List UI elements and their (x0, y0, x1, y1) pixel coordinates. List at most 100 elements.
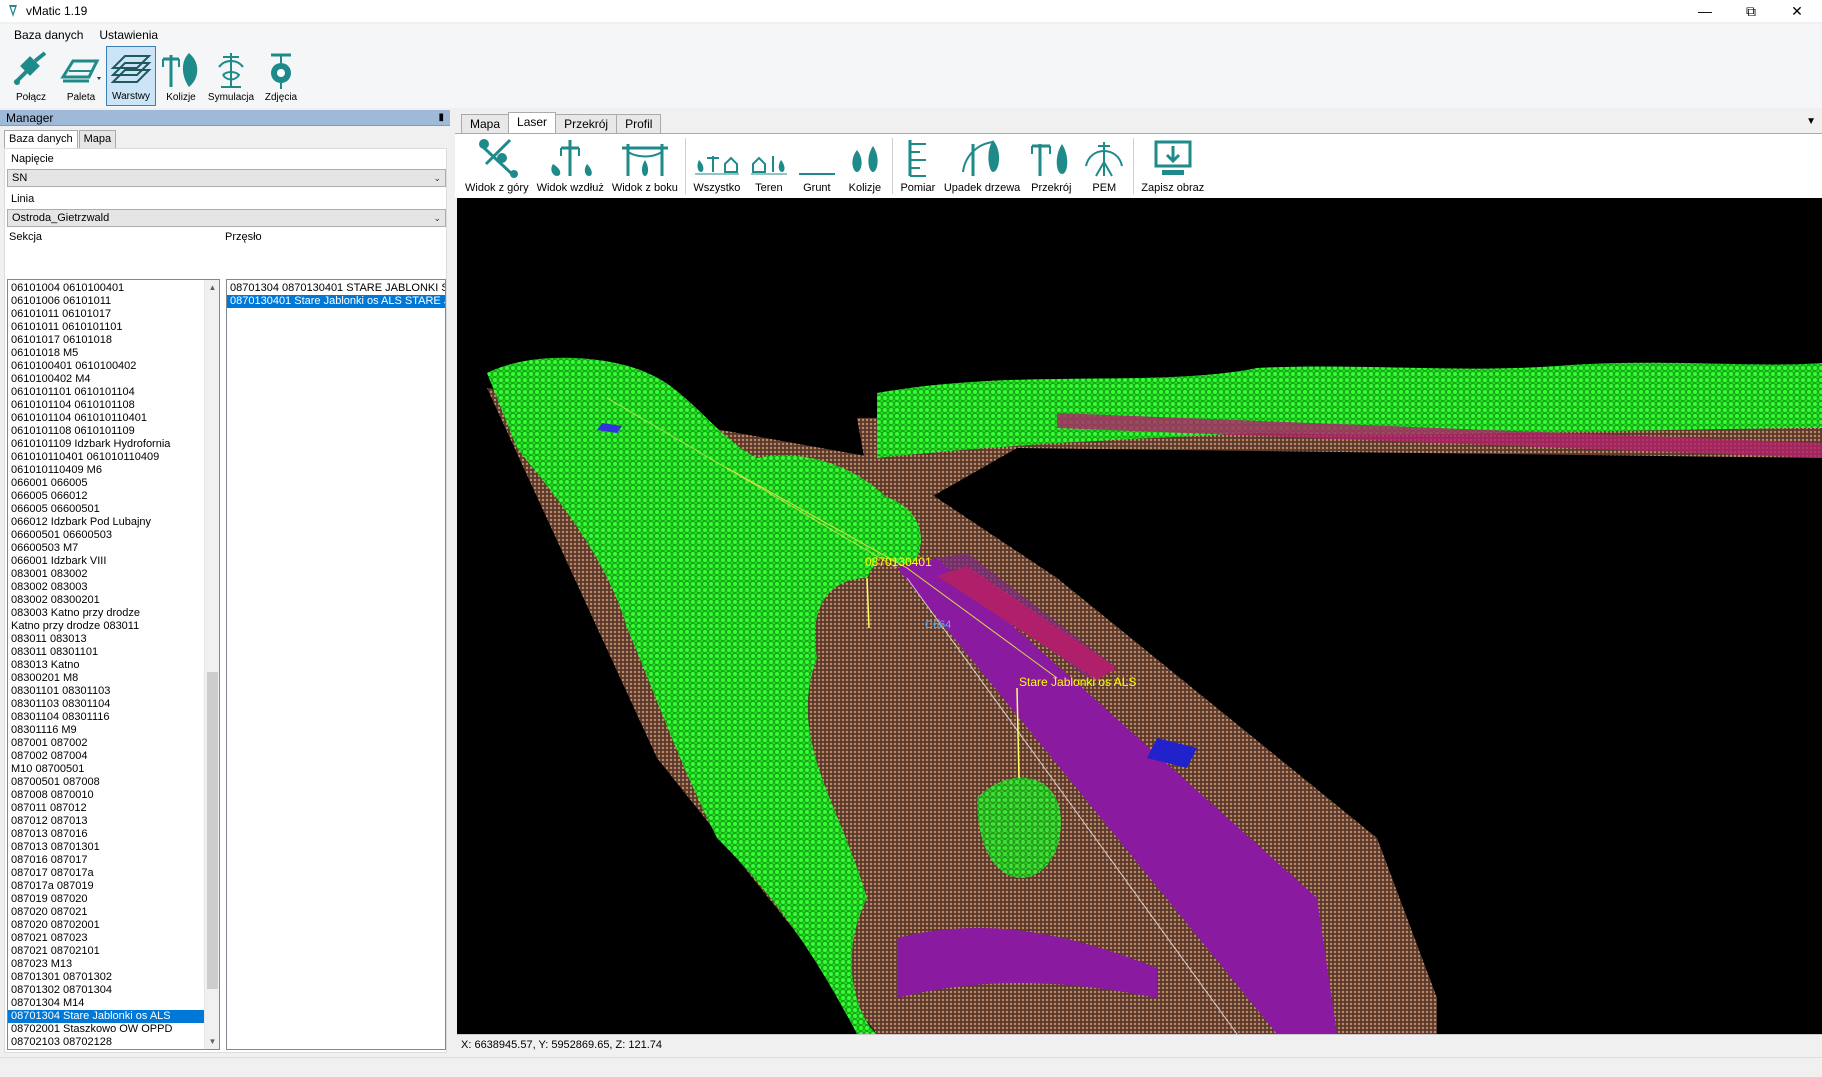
linia-select[interactable]: Ostroda_Gietrzwald ⌄ (7, 209, 446, 227)
sekcja-item[interactable]: 066012 Idzbark Pod Lubajny (8, 516, 219, 529)
sekcja-item[interactable]: 087013 087016 (8, 828, 219, 841)
sekcja-item[interactable]: 06101006 06101011 (8, 295, 219, 308)
sekcja-item[interactable]: 0610101104 0610101108 (8, 399, 219, 412)
przeslo-item[interactable]: 0870130401 Stare Jablonki os ALS STARE J (227, 295, 445, 308)
sekcja-item[interactable]: 08701301 08701302 (8, 971, 219, 984)
ground-button[interactable]: Grunt (793, 134, 841, 198)
sekcja-item[interactable]: Katno przy drodze 083011 (8, 620, 219, 633)
sekcja-item[interactable]: 083002 08300201 (8, 594, 219, 607)
sekcja-item[interactable]: 087020 087021 (8, 906, 219, 919)
laser-viewport[interactable]: 0870130401 Stare Jablonki os ALS C664 (457, 198, 1822, 1034)
sekcja-item[interactable]: 087020 08702001 (8, 919, 219, 932)
sekcja-item[interactable]: 0610100402 M4 (8, 373, 219, 386)
tab-profil[interactable]: Profil (616, 114, 662, 133)
sekcja-item[interactable]: 087017a 087019 (8, 880, 219, 893)
sekcja-item[interactable]: 087001 087002 (8, 737, 219, 750)
layers-button[interactable]: Warstwy (106, 46, 156, 106)
scroll-down-icon[interactable]: ▼ (205, 1034, 219, 1049)
sekcja-item[interactable]: 08301104 08301116 (8, 711, 219, 724)
sekcja-item[interactable]: 0610101104 061010110401 (8, 412, 219, 425)
sekcja-item[interactable]: 087016 087017 (8, 854, 219, 867)
sekcja-item[interactable]: 066005 066012 (8, 490, 219, 503)
sekcja-item[interactable]: 087013 08701301 (8, 841, 219, 854)
sekcja-item[interactable]: 083011 08301101 (8, 646, 219, 659)
along-view-button[interactable]: Widok wzdłuż (533, 134, 608, 198)
simulation-button[interactable]: Symulacja (206, 46, 256, 106)
pem-button[interactable]: PEM (1078, 134, 1130, 198)
restore-button[interactable]: ⧉ (1728, 0, 1774, 22)
sekcja-item[interactable]: 08701304 Stare Jablonki os ALS (8, 1010, 219, 1023)
sekcja-item[interactable]: 06101011 0610101101 (8, 321, 219, 334)
sekcja-item[interactable]: 06101004 0610100401 (8, 282, 219, 295)
sekcja-item[interactable]: 08702103 08702128 (8, 1036, 219, 1049)
minimize-button[interactable]: — (1682, 0, 1728, 22)
sekcja-item[interactable]: 066001 066005 (8, 477, 219, 490)
sekcja-item[interactable]: 066005 06600501 (8, 503, 219, 516)
sekcja-item[interactable]: 087023 M13 (8, 958, 219, 971)
palette-button[interactable]: Paleta (56, 46, 106, 106)
terrain-button[interactable]: Teren (745, 134, 793, 198)
napiecie-select[interactable]: SN ⌄ (7, 169, 446, 187)
sekcja-item[interactable]: 087002 087004 (8, 750, 219, 763)
sekcja-item[interactable]: 087008 0870010 (8, 789, 219, 802)
side-view-button[interactable]: Widok z boku (608, 134, 682, 198)
sekcja-item[interactable]: 0610101101 0610101104 (8, 386, 219, 399)
sekcja-item[interactable]: 087012 087013 (8, 815, 219, 828)
tab-mapa[interactable]: Mapa (78, 130, 117, 148)
sekcja-item[interactable]: 061010110409 M6 (8, 464, 219, 477)
przesla-list[interactable]: 08701304 0870130401 STARE JABLONKI S 0870… (226, 279, 446, 1050)
sekcja-item[interactable]: 0610100401 0610100402 (8, 360, 219, 373)
menu-ustawienia[interactable]: Ustawienia (91, 26, 166, 44)
collisions-button[interactable]: Kolizje (841, 134, 889, 198)
sekcja-item[interactable]: 08301103 08301104 (8, 698, 219, 711)
connect-button[interactable]: Połącz (6, 46, 56, 106)
tree-fall-button[interactable]: Upadek drzewa (940, 134, 1024, 198)
sekcja-item[interactable]: 087021 08702101 (8, 945, 219, 958)
sekcja-item[interactable]: 08300201 M8 (8, 672, 219, 685)
sekcja-item[interactable]: 08700501 087008 (8, 776, 219, 789)
tab-laser[interactable]: Laser (508, 112, 557, 133)
sekcja-item[interactable]: 06600503 M7 (8, 542, 219, 555)
sekcja-item[interactable]: 087017 087017a (8, 867, 219, 880)
save-image-button[interactable]: Zapisz obraz (1137, 134, 1208, 198)
sekcja-item[interactable]: 083002 083003 (8, 581, 219, 594)
photos-button[interactable]: Zdjęcia (256, 46, 306, 106)
top-view-button[interactable]: Widok z góry (461, 134, 533, 198)
przeslo-item[interactable]: 08701304 0870130401 STARE JABLONKI S (227, 282, 445, 295)
sekcja-item[interactable]: 083003 Katno przy drodze (8, 607, 219, 620)
all-button[interactable]: Wszystko (689, 134, 745, 198)
pin-icon[interactable]: ▮ (438, 112, 444, 123)
sekcja-item[interactable]: 08701304 M14 (8, 997, 219, 1010)
sekcja-item[interactable]: 06600501 06600503 (8, 529, 219, 542)
sekcja-item[interactable]: 083013 Katno (8, 659, 219, 672)
tabs-dropdown-icon[interactable]: ▼ (1806, 116, 1816, 127)
sekcja-item[interactable]: 087021 087023 (8, 932, 219, 945)
sekcja-item[interactable]: 083011 083013 (8, 633, 219, 646)
sekcje-scrollbar[interactable]: ▲ ▼ (204, 280, 219, 1049)
sekcje-list[interactable]: 06101004 0610100401 06101006 06101011 0610… (7, 279, 220, 1050)
sekcja-item[interactable]: 08301116 M9 (8, 724, 219, 737)
sekcja-item[interactable]: 066001 Idzbark VIII (8, 555, 219, 568)
sekcja-item[interactable]: 08701302 08701304 (8, 984, 219, 997)
cross-section-button[interactable]: Przekrój (1024, 134, 1078, 198)
sekcja-item[interactable]: 08301101 08301103 (8, 685, 219, 698)
menu-baza-danych[interactable]: Baza danych (6, 26, 91, 44)
sekcja-item[interactable]: 08702001 Staszkowo OW OPPD (8, 1023, 219, 1036)
sekcja-item[interactable]: 06101018 M5 (8, 347, 219, 360)
sekcja-item[interactable]: 061010110401 061010110409 (8, 451, 219, 464)
collision-button[interactable]: Kolizje (156, 46, 206, 106)
scroll-up-icon[interactable]: ▲ (205, 280, 219, 295)
tab-baza-danych[interactable]: Baza danych (4, 130, 78, 148)
sekcja-item[interactable]: 087019 087020 (8, 893, 219, 906)
sekcja-item[interactable]: 06101017 06101018 (8, 334, 219, 347)
sekcja-item[interactable]: 06101011 06101017 (8, 308, 219, 321)
sekcja-item[interactable]: 0610101109 Idzbark Hydrofornia (8, 438, 219, 451)
sekcja-item[interactable]: 083001 083002 (8, 568, 219, 581)
sekcja-item[interactable]: 087011 087012 (8, 802, 219, 815)
measure-button[interactable]: Pomiar (896, 134, 940, 198)
scroll-thumb[interactable] (207, 672, 218, 989)
sekcja-item[interactable]: 0610101108 0610101109 (8, 425, 219, 438)
sekcja-item[interactable]: M10 08700501 (8, 763, 219, 776)
close-button[interactable]: ✕ (1774, 0, 1820, 22)
tab-przekroj[interactable]: Przekrój (555, 114, 618, 133)
